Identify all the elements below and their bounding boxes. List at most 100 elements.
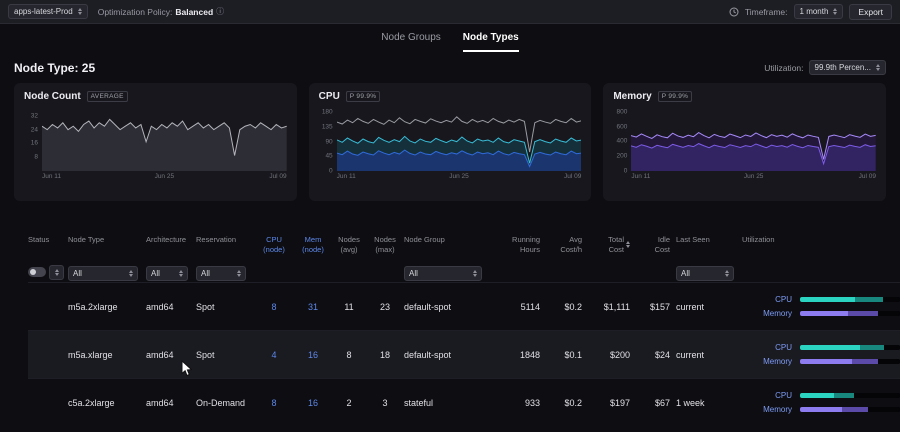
bar-segment [800,345,860,350]
chevron-updown-icon [78,8,82,15]
chevron-updown-icon [237,270,241,277]
last-seen-value: current [676,302,742,312]
mem-node-link[interactable]: 16 [294,350,332,360]
col-header-architecture: Architecture [146,235,196,245]
x-tick-label: Jun 11 [337,173,356,180]
col-header-avg-cost-h: Avg Cost/h [546,235,588,255]
status-filter-select[interactable] [49,265,64,280]
tab-bar: Node Groups Node Types [0,24,900,52]
y-tick-label: 180 [322,109,333,116]
export-button[interactable]: Export [849,4,892,20]
bar-segment [834,393,854,398]
col-header-total-cost[interactable]: Total Cost [588,235,636,255]
node-type-filter[interactable]: All [68,266,138,281]
filter-value: All [681,269,690,278]
bar-segment [860,345,884,350]
nodes-max-value: 23 [366,302,404,312]
architecture-filter[interactable]: All [146,266,188,281]
nodes-max-value: 3 [366,398,404,408]
memory-utilization-label: Memory [742,405,792,414]
col-header-status: Status [28,235,68,245]
y-tick-label: 0 [624,168,628,175]
chart-title: CPU [319,91,340,102]
tab-node-types[interactable]: Node Types [463,32,519,52]
chart-svg [42,109,287,171]
timeframe-select[interactable]: 1 month [794,4,844,19]
chevron-updown-icon [473,270,477,277]
mem-node-link[interactable]: 31 [294,302,332,312]
chart-badge: P 99.9% [658,91,693,102]
x-tick-label: Jun 25 [449,173,469,180]
plot-area: Jun 11Jun 25Jul 09 [631,109,876,183]
running-hours-value: 933 [490,398,546,408]
utilization-percentile-select[interactable]: 99.9th Percen... [809,60,886,75]
node-group-filter[interactable]: All [404,266,482,281]
x-tick-label: Jun 11 [42,173,61,180]
nodes-avg-value: 2 [332,398,366,408]
cpu-node-link[interactable]: 4 [254,350,294,360]
y-tick-label: 800 [616,108,627,115]
chart-badge: AVERAGE [87,91,128,102]
y-tick-label: 200 [616,153,627,160]
y-tick-label: 24 [31,126,38,133]
node-count-area [42,119,287,171]
col-header-running-hours: Running Hours [490,235,546,255]
table-filter-row: All All All All All [28,262,900,282]
table-header-row: StatusNode TypeArchitectureReservationCP… [28,235,900,259]
col-header-idle-cost: Idle Cost [636,235,676,255]
cpu-node-link[interactable]: 8 [254,398,294,408]
y-axis: 8006004002000 [613,109,631,171]
node-group-value: default-spot [404,302,490,312]
chart-badge: P 99.9% [346,91,381,102]
plot-area: Jun 11Jun 25Jul 09 [42,109,287,183]
mem-node-link[interactable]: 16 [294,398,332,408]
node-group-value: default-spot [404,350,490,360]
last-seen-value: 1 week [676,398,742,408]
bar-segment [800,359,852,364]
col-header-label: Total Cost [608,235,624,255]
node-type-value: m5a.xlarge [68,350,146,360]
cluster-select[interactable]: apps-latest-Prod [8,4,88,19]
info-icon[interactable]: ⓘ [216,6,224,17]
x-axis: Jun 11Jun 25Jul 09 [631,173,876,183]
table-row[interactable]: m5a.2xlarge amd64 Spot 8 31 11 23 defaul… [28,282,900,330]
chevron-updown-icon [55,269,59,276]
y-tick-label: 8 [34,154,38,161]
filter-value: All [151,269,160,278]
sort-icon[interactable] [626,241,630,248]
status-filter [28,265,68,280]
memory-utilization-bar [800,407,900,412]
tab-node-groups[interactable]: Node Groups [381,32,440,52]
last-seen-filter[interactable]: All [676,266,734,281]
x-tick-label: Jun 25 [744,173,764,180]
bar-segment [800,311,848,316]
reservation-value: Spot [196,302,254,312]
memory-utilization-bar [800,359,900,364]
bar-segment [855,297,883,302]
x-tick-label: Jul 09 [564,173,581,180]
bar-segment [868,407,900,412]
nodes-avg-value: 8 [332,350,366,360]
table-row[interactable]: c5a.2xlarge amd64 On-Demand 8 16 2 3 sta… [28,378,900,426]
avg-cost-value: $0.2 [546,398,588,408]
reservation-filter[interactable]: All [196,266,246,281]
col-header-last-seen: Last Seen [676,235,742,245]
toggle-knob [30,269,36,275]
y-tick-label: 0 [329,168,333,175]
cpu-node-link[interactable]: 8 [254,302,294,312]
chevron-updown-icon [876,64,880,71]
y-tick-label: 45 [325,153,332,160]
charts-row: Node Count AVERAGE 3224168 Jun 11Jun 25J… [0,79,900,201]
status-filter-toggle[interactable] [28,267,46,277]
cpu-utilization-label: CPU [742,343,792,352]
cpu-utilization-bar [800,297,900,302]
clock-icon [729,7,739,17]
chevron-updown-icon [179,270,183,277]
bar-segment [883,297,900,302]
total-cost-value: $200 [588,350,636,360]
bar-segment [878,311,900,316]
table-row[interactable]: m5a.xlarge amd64 Spot 4 16 8 18 default-… [28,330,900,378]
y-axis: 18013590450 [319,109,337,171]
node-type-value: c5a.2xlarge [68,398,146,408]
filter-value: All [73,269,82,278]
